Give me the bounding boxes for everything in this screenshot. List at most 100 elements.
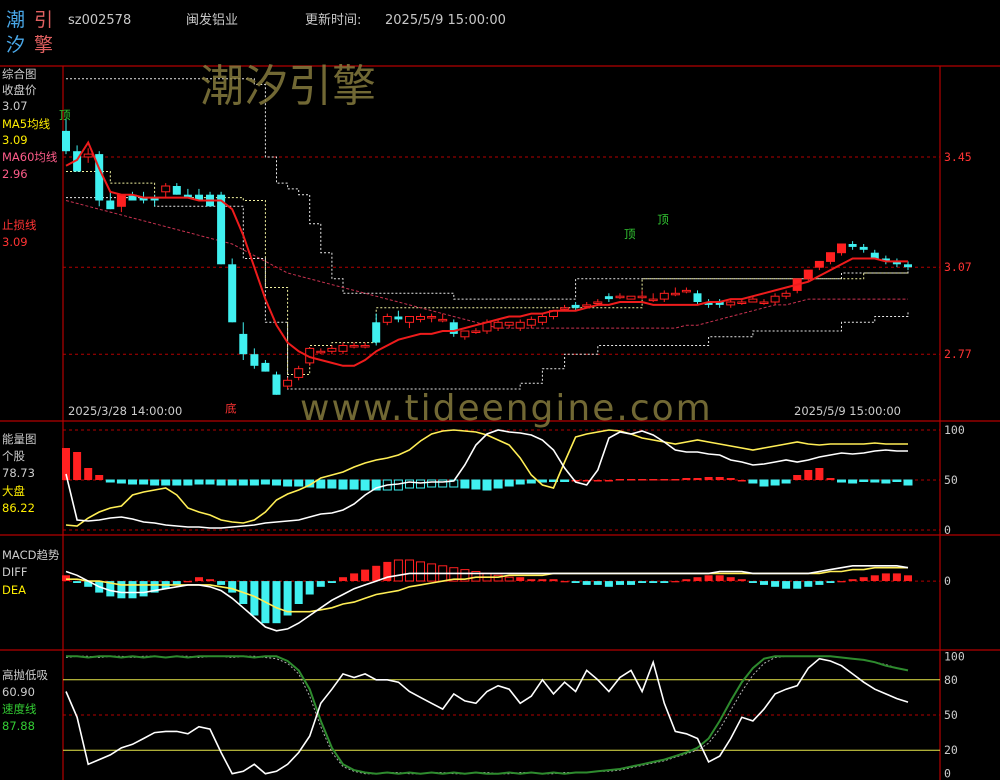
candle-body bbox=[726, 301, 736, 306]
signal-marker: 顶 bbox=[59, 108, 71, 122]
candle-body bbox=[615, 295, 625, 299]
energy-bar bbox=[837, 479, 846, 483]
macd-bar bbox=[760, 581, 768, 585]
energy-bar bbox=[471, 479, 481, 490]
candle-body bbox=[405, 316, 414, 323]
energy-bar bbox=[560, 479, 570, 482]
candle-body bbox=[781, 292, 791, 297]
energy-bar bbox=[627, 479, 635, 481]
energy-bar bbox=[903, 479, 913, 486]
candle-body bbox=[770, 295, 780, 303]
candle-body bbox=[62, 130, 70, 152]
candle-body bbox=[803, 269, 813, 280]
energy-marks bbox=[62, 429, 913, 529]
candle-body bbox=[748, 298, 758, 303]
ma5-value: 3.09 bbox=[2, 133, 28, 147]
energy-bar bbox=[249, 479, 259, 486]
energy-bar bbox=[73, 452, 82, 480]
macd-bar bbox=[627, 581, 635, 585]
macd-bar bbox=[416, 561, 425, 582]
stop-label: 止损线 bbox=[2, 218, 37, 232]
candle-body bbox=[526, 318, 536, 326]
signal-marker: 顶 bbox=[657, 213, 669, 227]
energy-bar bbox=[726, 478, 735, 480]
stop-value: 3.09 bbox=[2, 235, 28, 249]
energy-tick-labels: 100 50 0 bbox=[944, 423, 965, 537]
macd-bar bbox=[892, 573, 901, 581]
macd-bar bbox=[748, 581, 757, 583]
macd-bar bbox=[538, 579, 547, 582]
candle-body bbox=[537, 316, 547, 323]
candle-body bbox=[571, 304, 580, 308]
ma60-value: 2.96 bbox=[2, 167, 28, 181]
macd-bar bbox=[183, 581, 192, 583]
stock-energy-label: 个股 bbox=[2, 449, 25, 463]
energy-bar bbox=[504, 479, 514, 487]
energy-bar bbox=[416, 479, 425, 489]
macd-bar bbox=[560, 581, 569, 583]
candle-body bbox=[837, 243, 846, 254]
brand-watermark: 潮汐引擎 bbox=[200, 61, 376, 112]
macd-bar bbox=[217, 581, 226, 585]
energy-bar bbox=[128, 479, 137, 485]
speed-value: 87.88 bbox=[2, 719, 35, 733]
energy-bar bbox=[216, 479, 226, 486]
macd-bar bbox=[372, 565, 381, 582]
macd-bar bbox=[881, 573, 890, 581]
energy-bar bbox=[105, 479, 115, 483]
macd-bar bbox=[671, 581, 680, 583]
candle-body bbox=[239, 333, 248, 355]
macd-tick-labels: 0 bbox=[944, 574, 951, 588]
energy-bar bbox=[460, 479, 470, 489]
macd-bar bbox=[195, 577, 203, 581]
energy-bar bbox=[183, 479, 193, 486]
price-panel-title: 综合图 bbox=[2, 67, 37, 81]
candle-body bbox=[504, 321, 514, 326]
candle-body bbox=[83, 153, 93, 158]
energy-bar bbox=[737, 480, 746, 482]
candle-body bbox=[449, 322, 458, 334]
energy-bar bbox=[604, 480, 613, 482]
macd-bar bbox=[339, 577, 347, 581]
macd-bar bbox=[771, 581, 780, 587]
candle-body bbox=[172, 186, 181, 195]
energy-bar bbox=[793, 475, 802, 480]
swing-panel-title: 高抛低吸 bbox=[2, 668, 48, 682]
energy-bar bbox=[593, 480, 602, 482]
candle-body bbox=[261, 362, 270, 372]
logo-char-4: 擎 bbox=[34, 34, 53, 56]
panel-macd: 0 MACD趋势 DIFF DEA bbox=[2, 548, 951, 632]
energy-bar bbox=[482, 479, 492, 491]
macd-bar bbox=[649, 581, 658, 583]
macd-bar bbox=[726, 577, 735, 581]
macd-bar bbox=[793, 581, 802, 589]
energy-bar bbox=[804, 470, 813, 480]
energy-bar bbox=[770, 479, 780, 486]
candle-body bbox=[283, 379, 293, 387]
candle-body bbox=[848, 244, 857, 247]
candle-body bbox=[648, 298, 658, 302]
panel-swing: 100 80 50 20 0 高抛低吸 60.90 速度线 87.88 bbox=[2, 649, 965, 780]
macd-bar bbox=[504, 576, 514, 582]
price-marks: 顶底顶顶 bbox=[59, 78, 912, 416]
update-time: 2025/5/9 15:00:00 bbox=[385, 13, 506, 28]
candle-body bbox=[294, 368, 304, 378]
candle-body bbox=[382, 316, 392, 323]
macd-bar bbox=[826, 581, 835, 583]
macd-bar bbox=[804, 581, 813, 587]
macd-bar bbox=[393, 559, 403, 582]
macd-bar bbox=[139, 581, 148, 597]
ma5-label: MA5均线 bbox=[2, 117, 51, 131]
energy-bar bbox=[172, 479, 182, 486]
macd-bar bbox=[638, 581, 647, 583]
candle-body bbox=[427, 316, 437, 319]
candle-body bbox=[737, 301, 747, 304]
energy-bar bbox=[759, 479, 769, 487]
candle-body bbox=[637, 295, 647, 299]
signal-marker: 底 bbox=[225, 402, 237, 416]
candle-body bbox=[659, 292, 669, 300]
dea-label: DEA bbox=[2, 583, 26, 597]
x-start-label: 2025/3/28 14:00:00 bbox=[68, 404, 182, 418]
stock-code: sz002578 bbox=[68, 13, 131, 28]
macd-bar bbox=[837, 581, 846, 583]
